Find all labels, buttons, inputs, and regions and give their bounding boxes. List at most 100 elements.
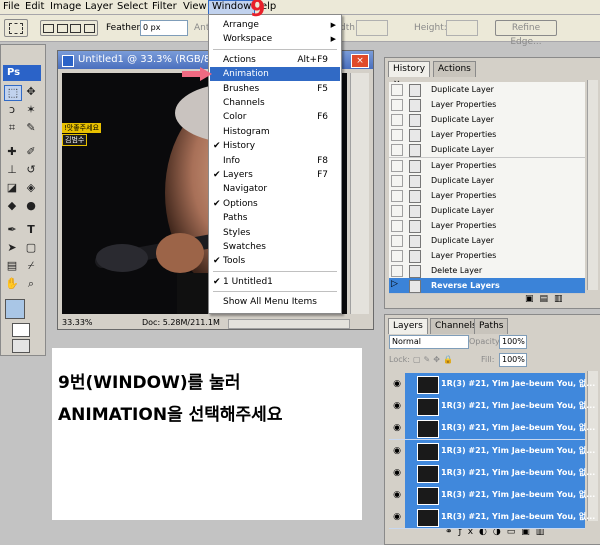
layer-row[interactable]: ◉ 1R(3) #21, Yim Jae-beum You, 없... [389,395,595,419]
horizontal-scrollbar[interactable] [228,319,350,329]
history-snapshot-checkbox[interactable] [391,265,403,278]
close-icon[interactable]: × [351,54,369,68]
history-row[interactable]: Layer Properties [389,248,585,265]
window-menu-item-channels[interactable]: Channels [210,96,340,110]
notes-tool-icon[interactable]: ▤ [4,259,20,273]
window-menu-item-swatches[interactable]: Swatches [210,240,340,254]
window-menu-item-show-all-menu-items[interactable]: Show All Menu Items [210,295,340,309]
history-snapshot-checkbox[interactable] [391,219,403,232]
window-menu-item-paths[interactable]: Paths [210,211,340,225]
history-snapshot-checkbox[interactable] [391,99,403,112]
type-tool-icon[interactable]: T [23,223,39,237]
history-row[interactable]: Duplicate Layer [389,142,585,159]
history-snapshot-checkbox[interactable] [391,114,403,127]
shape-tool-icon[interactable]: ▢ [23,241,39,255]
history-snapshot-checkbox[interactable] [391,174,403,187]
history-row[interactable]: ▷ Reverse Layers [389,278,585,295]
menu-file[interactable]: File [0,0,23,14]
brush-tool-icon[interactable]: ✐ [23,145,39,159]
history-row[interactable]: Duplicate Layer [389,172,585,189]
window-menu-item-color[interactable]: Color F6 [210,110,340,124]
pen-tool-icon[interactable]: ✒ [4,223,20,237]
window-menu-item-brushes[interactable]: Brushes F5 [210,82,340,96]
history-snapshot-checkbox[interactable] [391,84,403,96]
dodge-tool-icon[interactable]: ● [23,199,39,213]
history-row[interactable]: Layer Properties [389,217,585,234]
zoom-level[interactable]: 33.33% [62,317,93,329]
selection-mode-buttons[interactable] [40,20,98,36]
layer-row[interactable]: ◉ 1R(3) #21, Yim Jae-beum You, 없... [389,461,595,485]
layer-row[interactable]: ◉ 1R(3) #21, Yim Jae-beum You, 없... [389,417,595,441]
history-row[interactable]: Layer Properties [389,97,585,114]
feather-input[interactable]: 0 px [140,20,188,36]
eye-icon[interactable]: ◉ [389,506,405,529]
blend-mode-select[interactable]: Normal [389,335,469,349]
doc-size[interactable]: Doc: 5.28M/211.1M [142,317,220,329]
eye-icon[interactable]: ◉ [389,373,405,395]
history-row[interactable]: Layer Properties [389,127,585,144]
eye-icon[interactable]: ◉ [389,461,405,484]
window-menu-item-navigator[interactable]: Navigator [210,182,340,196]
lasso-tool-icon[interactable]: ↄ [4,103,20,117]
quick-mask-icon[interactable] [12,323,30,337]
healing-brush-icon[interactable]: ✚ [4,145,20,159]
eyedropper-tool-icon[interactable]: ⌿ [23,259,39,273]
vertical-scrollbar[interactable] [350,73,369,314]
history-row[interactable]: Duplicate Layer [389,82,585,98]
window-menu-item-1-untitled1[interactable]: ✔ 1 Untitled1 [210,275,340,289]
screen-mode-icon[interactable] [12,339,30,353]
layer-row[interactable]: ◉ 1R(3) #21, Yim Jae-beum You, 없... [389,484,595,507]
eye-icon[interactable]: ◉ [389,484,405,506]
menu-layer[interactable]: Layer [82,0,116,14]
width-input[interactable] [356,20,388,36]
history-row[interactable]: Layer Properties [389,187,585,204]
history-row[interactable]: Duplicate Layer [389,233,585,249]
foreground-color-swatch[interactable] [5,299,25,319]
window-menu-item-histogram[interactable]: Histogram [210,125,340,139]
stamp-tool-icon[interactable]: ⊥ [4,163,20,177]
window-menu-item-arrange[interactable]: Arrange ▶ [210,18,340,32]
layer-row[interactable]: ◉ 1R(3) #21, Yim Jae-beum You, 없... [389,506,595,530]
window-menu-item-animation[interactable]: Animation [210,67,340,82]
tab-paths[interactable]: Paths [474,318,509,334]
history-row[interactable]: Layer Properties [389,157,585,174]
tab-actions[interactable]: Actions [433,61,476,77]
tab-layers[interactable]: Layers × [388,318,428,346]
history-snapshot-checkbox[interactable] [391,250,403,263]
window-menu-item-layers[interactable]: ✔ Layers F7 [210,168,340,182]
blur-tool-icon[interactable]: ◆ [4,199,20,213]
window-menu-item-tools[interactable]: ✔ Tools [210,254,340,268]
opacity-input[interactable]: 100% [499,335,527,349]
menu-select[interactable]: Select [114,0,151,14]
fill-input[interactable]: 100% [499,353,527,367]
menu-edit[interactable]: Edit [22,0,47,14]
marquee-tool-icon[interactable]: ⬚ [4,85,22,101]
hand-tool-icon[interactable]: ✋ [4,277,20,291]
paint-bucket-icon[interactable]: ◈ [23,181,39,195]
history-row[interactable]: Duplicate Layer [389,202,585,219]
history-snapshot-checkbox[interactable] [391,235,403,247]
window-menu-item-actions[interactable]: Actions Alt+F9 [210,53,340,67]
history-snapshot-checkbox[interactable] [391,189,403,202]
lock-icons[interactable]: ▢✎✥🔒 [413,355,456,364]
history-scrollbar[interactable] [587,80,598,290]
eye-icon[interactable]: ◉ [389,417,405,440]
history-snapshot-checkbox[interactable] [391,204,403,217]
height-input[interactable] [446,20,478,36]
crop-tool-icon[interactable]: ⌗ [4,121,20,135]
history-brush-icon[interactable]: ↺ [23,163,39,177]
history-footer-icons[interactable]: ▣▤▥ [525,294,569,304]
window-menu-item-info[interactable]: Info F8 [210,154,340,168]
zoom-tool-icon[interactable]: ⌕ [23,277,39,291]
eye-icon[interactable]: ◉ [389,395,405,418]
layer-row[interactable]: ◉ 1R(3) #21, Yim Jae-beum You, 없... [389,439,595,463]
history-row[interactable]: Delete Layer [389,263,585,280]
marquee-preset-button[interactable] [4,19,28,37]
magic-wand-tool-icon[interactable]: ✶ [23,103,39,117]
window-menu-item-options[interactable]: ✔ Options [210,197,340,211]
tab-history[interactable]: History × [388,61,431,89]
slice-tool-icon[interactable]: ✎ [23,121,39,135]
menu-filter[interactable]: Filter [149,0,180,14]
menu-view[interactable]: View [180,0,210,14]
layer-row[interactable]: ◉ 1R(3) #21, Yim Jae-beum You, 없... [389,373,595,396]
